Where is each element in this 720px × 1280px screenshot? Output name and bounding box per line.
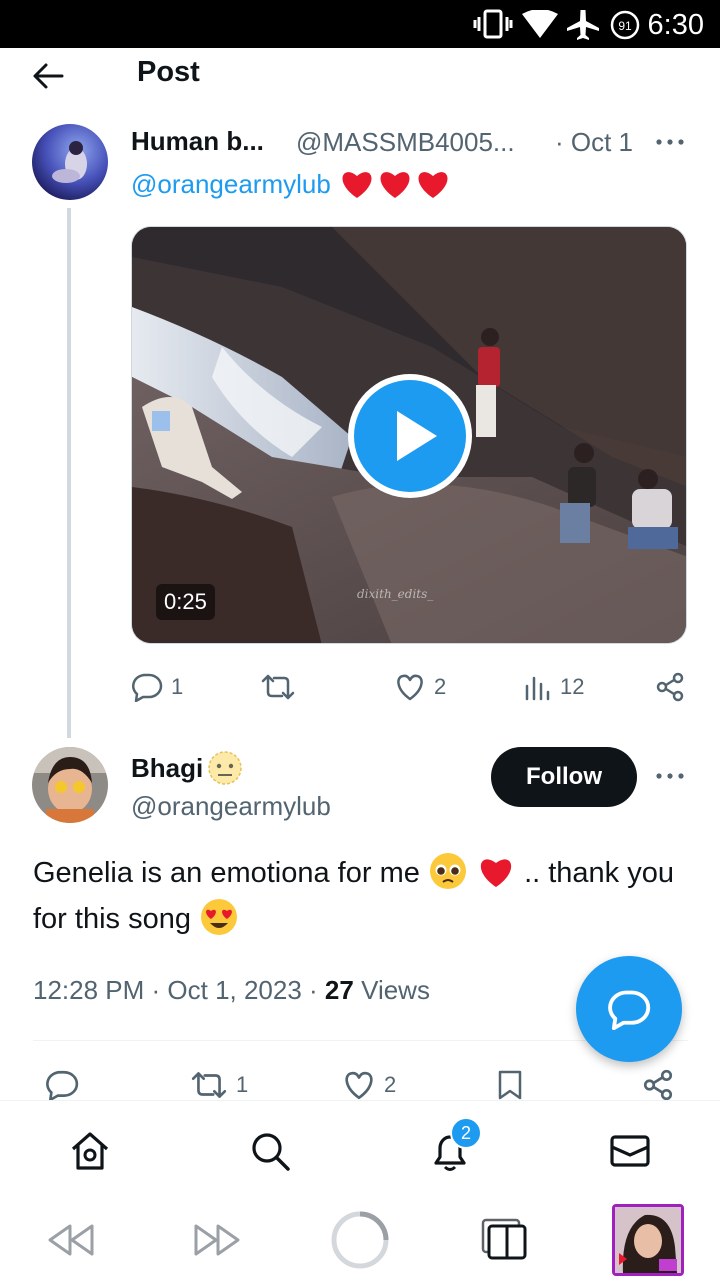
- back-arrow-icon[interactable]: [30, 58, 66, 94]
- reply-view-count: 27: [324, 975, 354, 1005]
- original-author-handle[interactable]: @MASSMB4005...: [296, 127, 515, 158]
- retweet-count: 1: [236, 1072, 249, 1097]
- share-action[interactable]: [641, 1069, 675, 1101]
- tabs-icon[interactable]: [480, 1214, 528, 1262]
- views-count: 12: [560, 674, 585, 699]
- heart-eyes-emoji: [201, 899, 238, 936]
- pleading-face-emoji: [429, 853, 466, 890]
- reply-author-handle[interactable]: @orangearmylub: [131, 791, 331, 822]
- retweet-icon: [191, 1072, 227, 1098]
- loading-icon[interactable]: [330, 1210, 390, 1270]
- original-author-avatar[interactable]: [32, 124, 108, 200]
- more-options-icon[interactable]: [654, 128, 686, 156]
- views-icon: [525, 676, 550, 701]
- profile-thumbnail[interactable]: [612, 1204, 684, 1276]
- heart-icon: [345, 1071, 373, 1100]
- hearts-emoji: [339, 168, 451, 200]
- like-count: 2: [434, 674, 447, 699]
- reply-icon: [132, 673, 163, 702]
- like-action[interactable]: 2: [342, 1069, 396, 1101]
- video-thumbnail[interactable]: dixith_edits_ 0:25: [131, 226, 687, 644]
- video-watermark: dixith_edits_: [357, 587, 434, 601]
- status-bar: 91 6:30: [0, 0, 720, 48]
- red-heart-emoji: [480, 859, 512, 888]
- messages-icon[interactable]: [608, 1129, 652, 1173]
- page-title: Post: [137, 56, 200, 88]
- bookmark-icon: [498, 1070, 522, 1100]
- like-action[interactable]: 2: [394, 672, 446, 702]
- share-action[interactable]: [654, 672, 686, 702]
- reply-tweet-text: Genelia is an emotiona for me .. thank y…: [33, 850, 693, 942]
- share-icon: [643, 1069, 673, 1101]
- home-icon[interactable]: [68, 1129, 112, 1173]
- views-action[interactable]: 12: [524, 672, 584, 702]
- video-duration: 0:25: [156, 584, 215, 620]
- follow-button[interactable]: Follow: [491, 747, 637, 807]
- wifi-icon: [522, 10, 558, 38]
- original-author-name[interactable]: Human b...: [131, 126, 264, 157]
- retweet-action[interactable]: [260, 672, 296, 702]
- mention-link[interactable]: @orangearmylub: [131, 169, 331, 200]
- neutral-face-emoji: [208, 751, 242, 785]
- reply-action[interactable]: 1: [131, 672, 183, 702]
- original-tweet-text: @orangearmylub: [131, 168, 451, 200]
- retweet-action[interactable]: 1: [190, 1069, 248, 1101]
- heart-icon: [397, 674, 423, 701]
- notification-badge: 2: [450, 1117, 482, 1149]
- reply-icon: [46, 1070, 79, 1101]
- airplane-icon: [567, 10, 599, 40]
- thread-line: [67, 208, 71, 738]
- battery-icon: 91: [610, 10, 640, 40]
- reply-count: 1: [171, 674, 184, 699]
- more-options-icon[interactable]: [654, 762, 686, 790]
- reply-author-avatar[interactable]: [32, 747, 108, 823]
- reply-icon: [608, 990, 651, 1030]
- status-time: 6:30: [647, 9, 704, 41]
- reply-fab-button[interactable]: [576, 956, 682, 1062]
- post-header: Post: [0, 48, 720, 100]
- retweet-icon: [261, 674, 295, 700]
- bookmark-action[interactable]: [496, 1069, 524, 1101]
- svg-text:91: 91: [618, 19, 632, 33]
- fast-forward-icon[interactable]: [190, 1220, 242, 1260]
- play-icon[interactable]: [345, 371, 475, 501]
- original-tweet-date[interactable]: · Oct 1: [555, 127, 633, 158]
- rewind-icon[interactable]: [46, 1220, 98, 1260]
- like-count: 2: [384, 1072, 397, 1097]
- reply-author-name[interactable]: Bhagi: [131, 750, 243, 786]
- reply-timestamp: 12:28 PM · Oct 1, 2023 · 27 Views: [33, 975, 430, 1005]
- browser-toolbar: [0, 1198, 720, 1280]
- share-icon: [656, 672, 684, 702]
- bottom-nav: 2: [0, 1100, 720, 1198]
- vibrate-icon: [473, 9, 513, 39]
- reply-action[interactable]: [45, 1069, 79, 1101]
- search-icon[interactable]: [248, 1129, 292, 1173]
